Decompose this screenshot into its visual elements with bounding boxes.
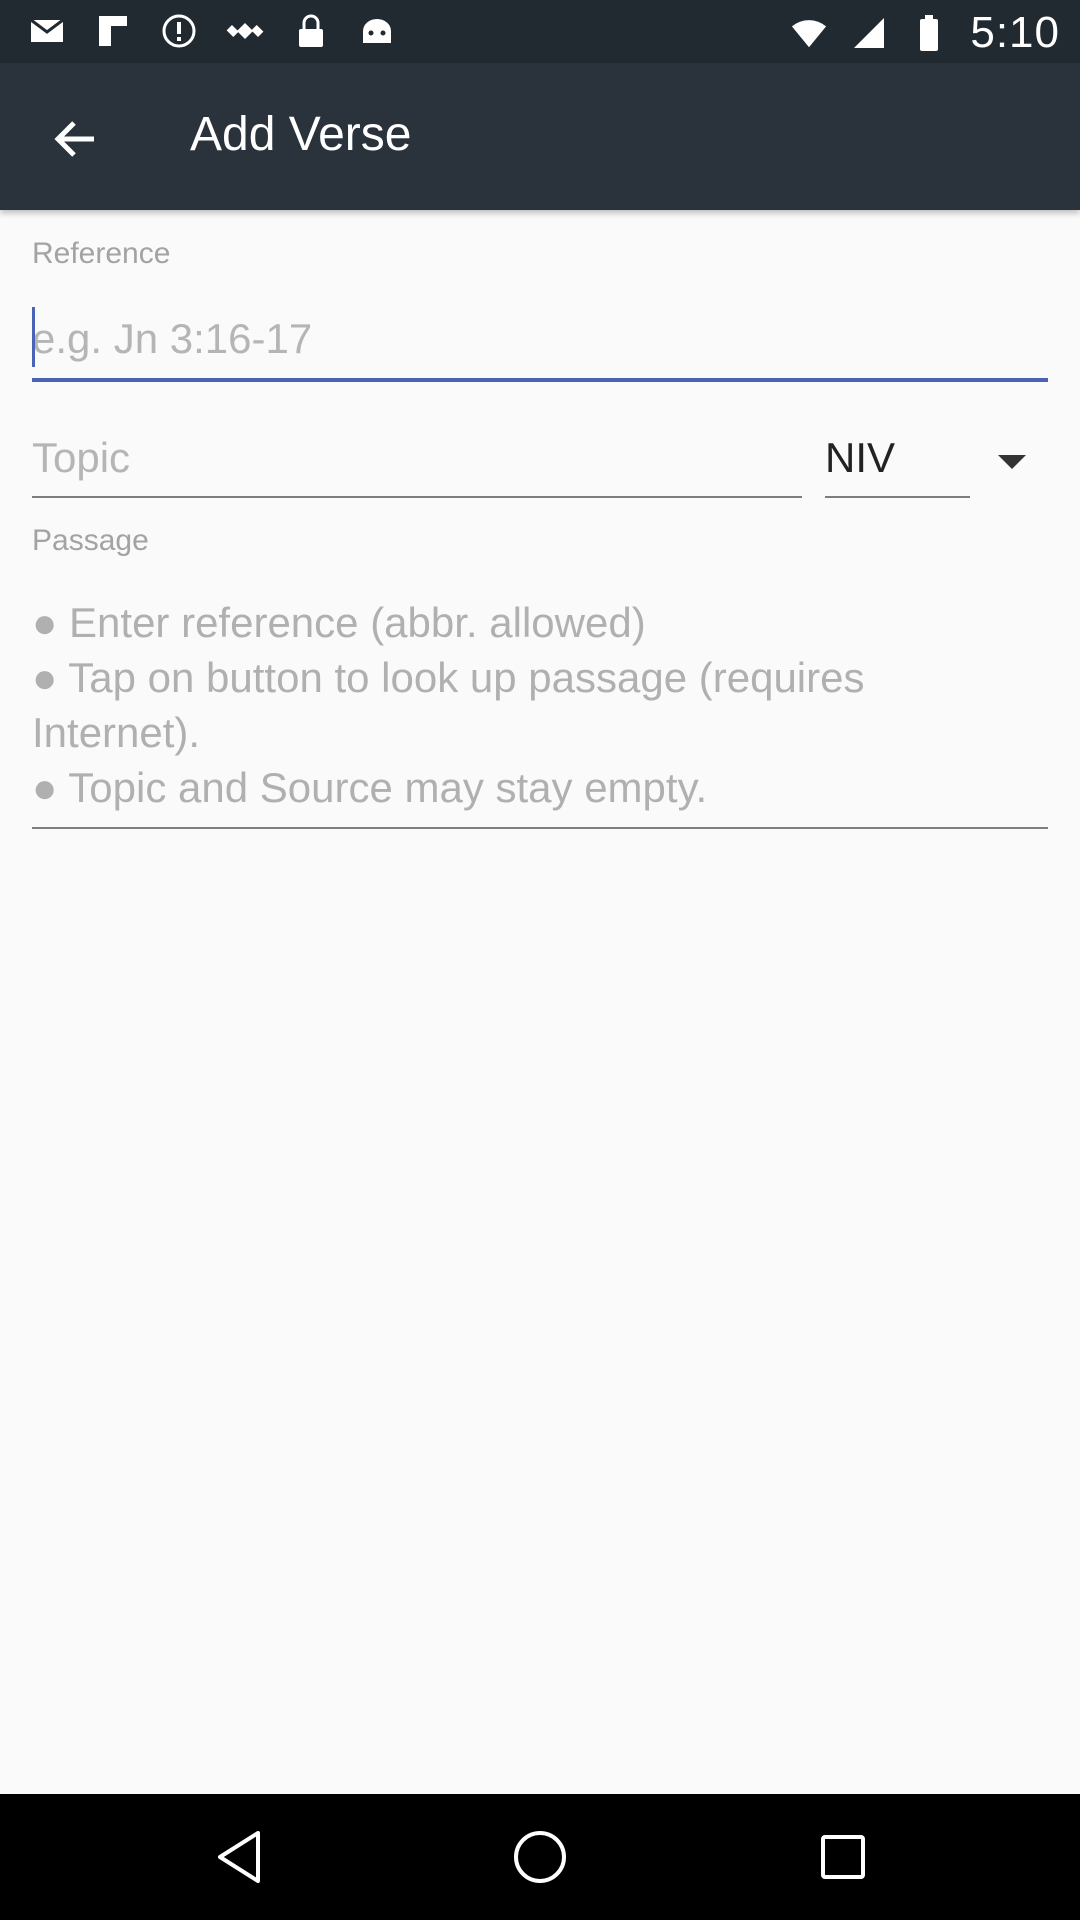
lock-icon <box>292 12 330 50</box>
wifi-icon <box>790 14 828 52</box>
passage-hint-line: ● Enter reference (abbr. allowed) <box>32 599 646 646</box>
recents-square-icon <box>821 1835 865 1879</box>
flipboard-icon <box>94 12 132 50</box>
system-icons: 5:10 <box>790 8 1060 58</box>
version-dropdown[interactable]: NIV <box>825 420 970 498</box>
nav-home-button[interactable] <box>507 1824 573 1890</box>
fake-gps-icon <box>226 12 264 50</box>
home-circle-icon <box>514 1831 566 1883</box>
nav-back-button[interactable] <box>206 1824 272 1890</box>
navigation-bar <box>0 1794 1080 1920</box>
arrow-back-icon <box>54 121 94 157</box>
nav-recents-button[interactable] <box>810 1824 876 1890</box>
passage-hint-line: Internet). <box>32 709 201 756</box>
passage-hint-line: ● Topic and Source may stay empty. <box>32 764 708 811</box>
status-bar: 5:10 <box>0 0 1080 63</box>
clock: 5:10 <box>970 8 1060 57</box>
back-button[interactable] <box>38 103 110 175</box>
passage-label: Passage <box>32 524 149 557</box>
notification-icons <box>28 12 396 50</box>
signal-icon <box>850 14 888 52</box>
app-bar: Add Verse <box>0 63 1080 210</box>
topic-input[interactable] <box>32 420 802 498</box>
dropdown-arrow-icon[interactable] <box>998 455 1026 469</box>
version-value: NIV <box>825 434 896 481</box>
page-title: Add Verse <box>190 108 412 161</box>
mail-icon <box>28 12 66 50</box>
passage-textarea[interactable]: ● Enter reference (abbr. allowed) ● Tap … <box>32 595 1048 829</box>
text-cursor <box>32 307 35 367</box>
reference-input[interactable] <box>32 300 1048 382</box>
back-triangle-icon <box>218 1831 260 1883</box>
alert-circle-icon <box>160 12 198 50</box>
battery-icon <box>910 14 948 52</box>
android-icon <box>358 12 396 50</box>
passage-hint-line: ● Tap on button to look up passage (requ… <box>32 654 865 701</box>
reference-label: Reference <box>32 237 171 270</box>
